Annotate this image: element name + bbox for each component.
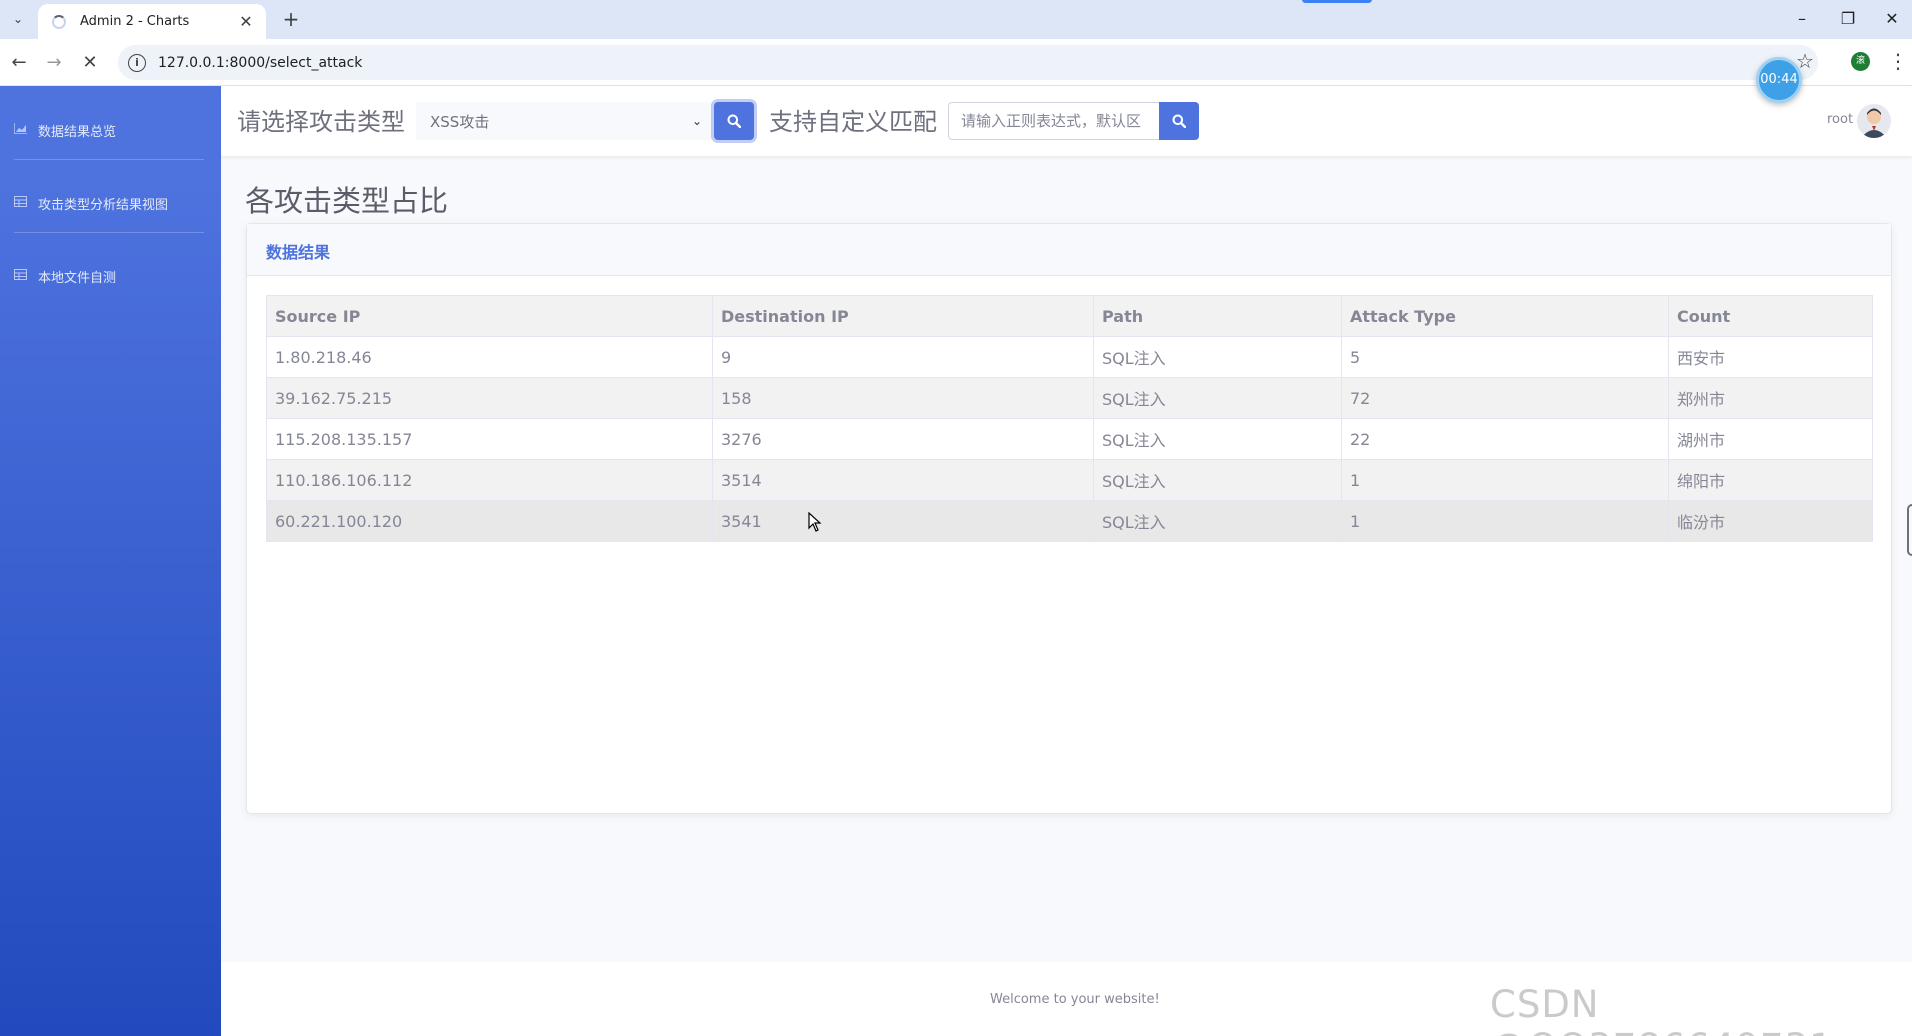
results-table-wrapper: Source IP Destination IP Path Attack Typ… [266,295,1873,542]
sidebar-item-local-file-test[interactable]: 本地文件自测 [14,261,204,291]
side-panel-handle[interactable] [1907,504,1912,556]
cell-attack-type: 1 [1341,500,1669,542]
url-text: 127.0.0.1:8000/select_attack [158,54,363,71]
stop-loading-button[interactable]: ✕ [76,49,104,77]
column-header-count: Count [1668,295,1873,337]
sidebar-item-label: 数据结果总览 [38,124,117,140]
column-header-destination-ip: Destination IP [712,295,1094,337]
cell-attack-type: 72 [1341,377,1669,419]
topbar: 请选择攻击类型 XSS攻击 ⌄ 支持自定义匹配 root [221,86,1912,156]
forward-button[interactable]: → [40,49,68,77]
tab-search-chevron-icon[interactable]: ⌄ [6,7,30,31]
table-row: 60.221.100.120 3541 SQL注入 1 临汾市 [266,500,1873,542]
cell-count: 西安市 [1668,336,1873,378]
cell-source-ip: 1.80.218.46 [266,336,713,378]
sidebar-item-overview[interactable]: 数据结果总览 [13,115,204,145]
attack-search-button[interactable] [714,102,754,140]
cell-source-ip: 115.208.135.157 [266,418,713,460]
card-title: 数据结果 [266,243,331,262]
page-title: 各攻击类型占比 [245,184,449,218]
cell-count: 绵阳市 [1668,459,1873,501]
table-row: 1.80.218.46 9 SQL注入 5 西安市 [266,336,1873,378]
card-header: 数据结果 [247,224,1891,276]
table-icon [14,196,30,210]
sidebar: 数据结果总览 攻击类型分析结果视图 本地文件自测 [0,86,221,1036]
cell-attack-type: 5 [1341,336,1669,378]
cell-source-ip: 110.186.106.112 [266,459,713,501]
regex-prompt: 支持自定义匹配 [769,108,937,136]
sidebar-divider [14,159,204,160]
regex-search-button[interactable] [1159,102,1199,140]
browser-toolbar: ← → ✕ i 127.0.0.1:8000/select_attack ☆ 滚… [0,39,1912,86]
sidebar-item-label: 攻击类型分析结果视图 [38,197,169,213]
cell-count: 郑州市 [1668,377,1873,419]
search-icon [727,114,741,128]
browser-tab[interactable]: Admin 2 - Charts ✕ [38,4,266,39]
cell-path: SQL注入 [1093,418,1342,460]
cell-destination-ip: 158 [712,377,1094,419]
address-bar[interactable]: i 127.0.0.1:8000/select_attack [118,45,1818,80]
regex-input[interactable] [948,102,1159,140]
data-result-card: 数据结果 Source IP Destination IP Path Attac… [246,223,1892,814]
cell-path: SQL注入 [1093,459,1342,501]
browser-tab-bar: ⌄ Admin 2 - Charts ✕ + – ❐ ✕ [0,0,1912,39]
close-window-button[interactable]: ✕ [1872,6,1912,32]
column-header-source-ip: Source IP [266,295,713,337]
tab-close-icon[interactable]: ✕ [236,12,256,31]
cell-source-ip: 39.162.75.215 [266,377,713,419]
table-row: 110.186.106.112 3514 SQL注入 1 绵阳市 [266,459,1873,501]
cell-destination-ip: 3541 [712,500,1094,542]
sidebar-item-attack-analysis[interactable]: 攻击类型分析结果视图 [14,188,204,218]
attack-type-select[interactable]: XSS攻击 ⌄ [416,102,712,140]
table-row: 115.208.135.157 3276 SQL注入 22 湖州市 [266,418,1873,460]
column-header-attack-type: Attack Type [1341,295,1669,337]
cell-attack-type: 1 [1341,459,1669,501]
results-table: Source IP Destination IP Path Attack Typ… [266,295,1873,542]
cell-count: 湖州市 [1668,418,1873,460]
loading-spinner-icon [52,14,66,29]
floating-timer-badge[interactable]: 00:44 [1756,57,1802,103]
tab-title: Admin 2 - Charts [80,14,190,29]
site-info-icon[interactable]: i [128,53,146,72]
cell-destination-ip: 3276 [712,418,1094,460]
table-header-row: Source IP Destination IP Path Attack Typ… [266,295,1873,337]
cell-path: SQL注入 [1093,377,1342,419]
cell-count: 临汾市 [1668,500,1873,542]
table-icon [14,269,30,283]
tab-group-indicator [1302,0,1372,3]
user-name[interactable]: root [1827,112,1853,127]
minimize-button[interactable]: – [1782,6,1822,32]
new-tab-button[interactable]: + [278,6,304,32]
attack-type-prompt: 请选择攻击类型 [237,108,405,136]
chevron-down-icon: ⌄ [691,114,702,128]
search-icon [1172,114,1186,128]
restore-button[interactable]: ❐ [1828,6,1868,32]
cell-source-ip: 60.221.100.120 [266,500,713,542]
cell-path: SQL注入 [1093,500,1342,542]
back-button[interactable]: ← [5,49,33,77]
table-row: 39.162.75.215 158 SQL注入 72 郑州市 [266,377,1873,419]
cell-path: SQL注入 [1093,336,1342,378]
cell-destination-ip: 3514 [712,459,1094,501]
cell-attack-type: 22 [1341,418,1669,460]
cell-destination-ip: 9 [712,336,1094,378]
footer-text: Welcome to your website! [990,992,1160,1007]
column-header-path: Path [1093,295,1342,337]
browser-menu-icon[interactable]: ⋮ [1888,49,1908,73]
extension-icon[interactable]: 滚 [1851,52,1870,71]
selected-attack-type: XSS攻击 [430,112,490,131]
sidebar-divider [14,232,204,233]
avatar[interactable] [1857,104,1891,138]
sidebar-item-label: 本地文件自测 [38,270,117,286]
watermark: CSDN @QQ3786649731 [1490,983,1833,1036]
chart-area-icon [13,123,30,137]
